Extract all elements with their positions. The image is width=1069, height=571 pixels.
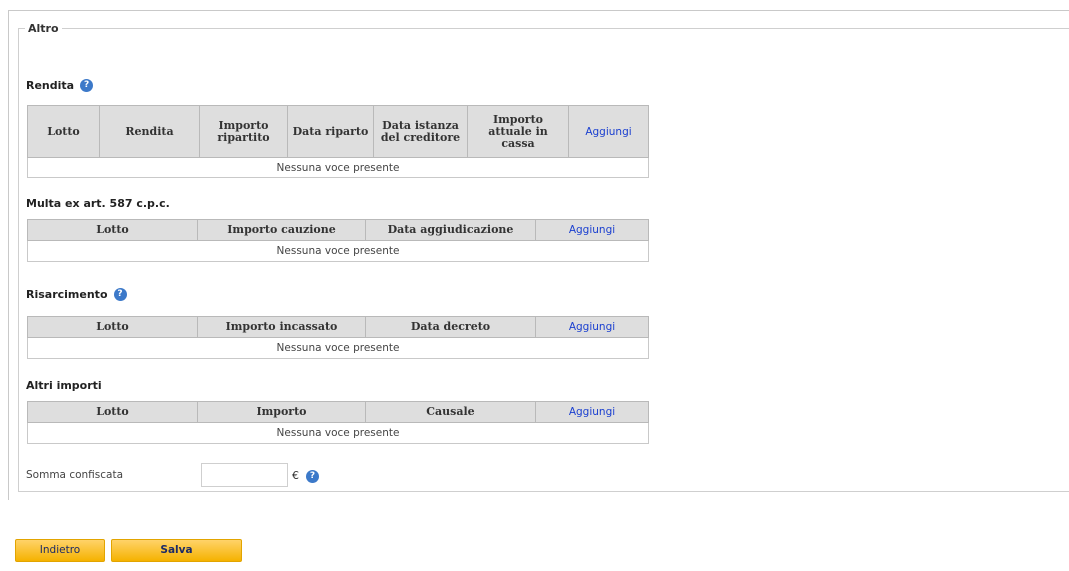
table-row: Nessuna voce presente (27, 337, 649, 359)
column-header-data-riparto: Data riparto (287, 105, 374, 158)
risarcimento-add-link[interactable]: Aggiungi (535, 316, 649, 338)
multa-table: Lotto Importo cauzione Data aggiudicazio… (27, 219, 649, 262)
multa-title-label: Multa ex art. 587 c.p.c. (26, 197, 170, 210)
empty-message: Nessuna voce presente (27, 240, 649, 262)
altri-importi-title-label: Altri importi (26, 379, 102, 392)
risarcimento-table: Lotto Importo incassato Data decreto Agg… (27, 316, 649, 359)
column-header-importo-cauzione: Importo cauzione (197, 219, 366, 241)
help-icon[interactable]: ? (80, 79, 94, 92)
column-header-lotto: Lotto (27, 401, 198, 423)
rendita-title-label: Rendita (26, 79, 75, 92)
table-header-row: Lotto Importo cauzione Data aggiudicazio… (27, 219, 649, 241)
multa-title: Multa ex art. 587 c.p.c. (26, 197, 170, 210)
altro-legend: Altro (28, 22, 59, 35)
altri-importi-title: Altri importi (26, 379, 102, 392)
help-icon[interactable]: ? (306, 470, 319, 483)
column-header-importo-ripartito: Importo ripartito (199, 105, 288, 158)
table-row: Nessuna voce presente (27, 422, 649, 444)
column-header-importo-attuale: Importo attuale in cassa (467, 105, 569, 158)
somma-confiscata-label: Somma confiscata (26, 469, 124, 481)
save-button[interactable]: Salva (111, 539, 242, 562)
column-header-causale: Causale (365, 401, 536, 423)
empty-message: Nessuna voce presente (27, 422, 649, 444)
altri-importi-add-link[interactable]: Aggiungi (535, 401, 649, 423)
risarcimento-title-label: Risarcimento (26, 288, 108, 301)
altri-importi-table: Lotto Importo Causale Aggiungi Nessuna v… (27, 401, 649, 444)
table-header-row: Lotto Importo incassato Data decreto Agg… (27, 316, 649, 338)
rendita-title: Rendita ? (26, 79, 94, 92)
rendita-table: Lotto Rendita Importo ripartito Data rip… (27, 105, 649, 178)
empty-message: Nessuna voce presente (27, 337, 649, 359)
column-header-lotto: Lotto (27, 105, 100, 158)
column-header-importo-incassato: Importo incassato (197, 316, 366, 338)
somma-confiscata-input[interactable] (201, 463, 288, 487)
column-header-lotto: Lotto (27, 219, 198, 241)
rendita-add-link[interactable]: Aggiungi (568, 105, 649, 158)
table-row: Nessuna voce presente (27, 157, 649, 178)
column-header-data-decreto: Data decreto (365, 316, 536, 338)
multa-add-link[interactable]: Aggiungi (535, 219, 649, 241)
back-button[interactable]: Indietro (15, 539, 105, 562)
table-header-row: Lotto Rendita Importo ripartito Data rip… (27, 105, 649, 158)
help-icon[interactable]: ? (113, 288, 127, 301)
table-header-row: Lotto Importo Causale Aggiungi (27, 401, 649, 423)
currency-symbol: € (292, 469, 299, 482)
column-header-data-istanza: Data istanza del creditore (373, 105, 468, 158)
empty-message: Nessuna voce presente (27, 157, 649, 178)
risarcimento-title: Risarcimento ? (26, 288, 127, 301)
column-header-data-aggiudicazione: Data aggiudicazione (365, 219, 536, 241)
column-header-rendita: Rendita (99, 105, 200, 158)
column-header-lotto: Lotto (27, 316, 198, 338)
table-row: Nessuna voce presente (27, 240, 649, 262)
column-header-importo: Importo (197, 401, 366, 423)
